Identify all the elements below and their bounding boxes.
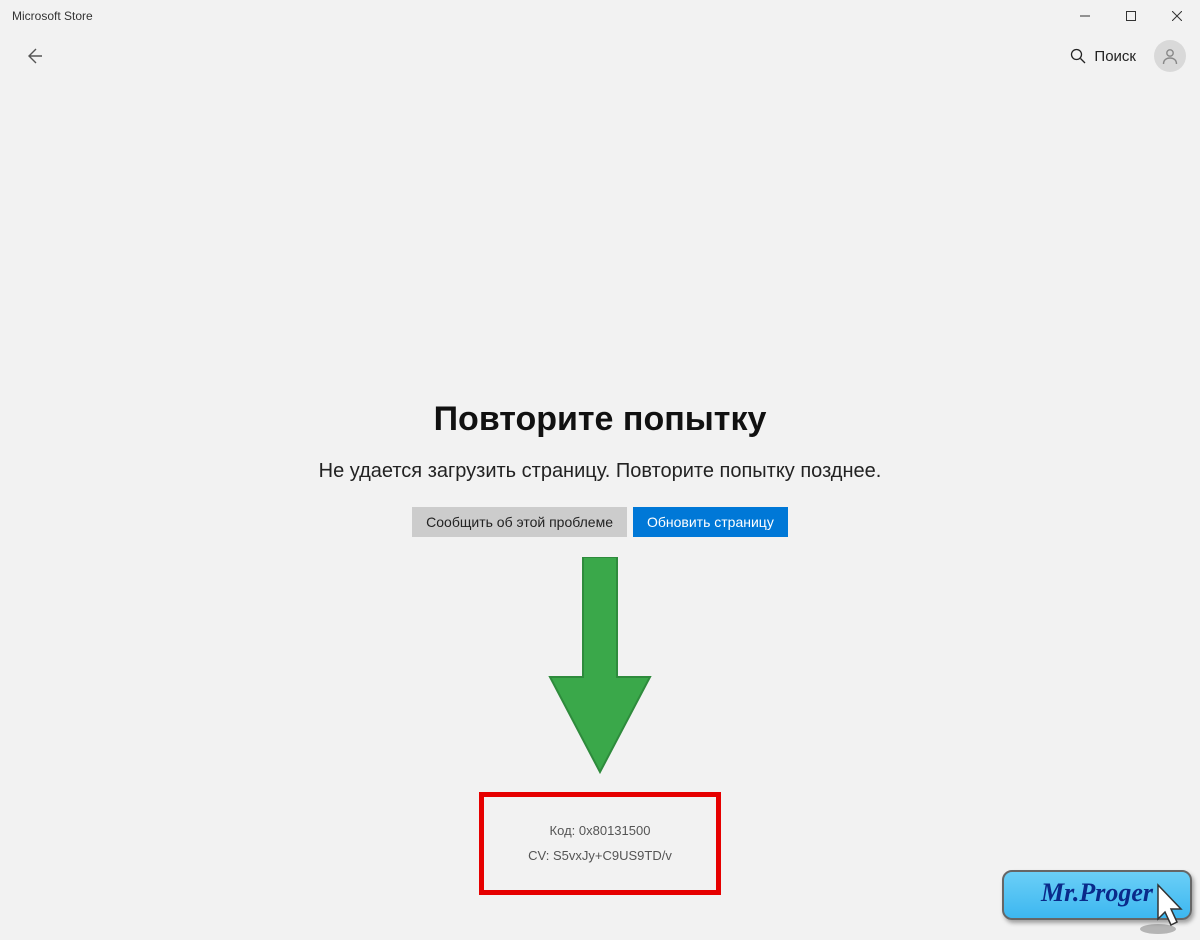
back-arrow-icon [24,46,44,66]
search-label: Поиск [1094,48,1136,65]
window-titlebar: Microsoft Store [0,0,1200,32]
window-title: Microsoft Store [12,9,93,23]
toolbar-right: Поиск [1070,40,1186,72]
search-icon [1070,48,1086,64]
minimize-icon [1080,11,1090,21]
maximize-button[interactable] [1108,0,1154,32]
cursor-icon [1138,879,1194,940]
error-code-box: Код: 0x80131500 CV: S5vxJy+C9US9TD/v [479,792,721,895]
main-content: Повторите попытку Не удается загрузить с… [0,80,1200,932]
search-button[interactable]: Поиск [1070,48,1136,65]
window-controls [1062,0,1200,32]
error-message: Не удается загрузить страницу. Повторите… [319,457,882,485]
close-button[interactable] [1154,0,1200,32]
watermark-text: Mr.Proger [1041,878,1153,907]
annotation-arrow [545,557,655,782]
user-avatar[interactable] [1154,40,1186,72]
report-problem-button[interactable]: Сообщить об этой проблеме [412,507,627,537]
error-cv: CV: S5vxJy+C9US9TD/v [528,844,672,869]
minimize-button[interactable] [1062,0,1108,32]
back-button[interactable] [14,36,54,76]
maximize-icon [1126,11,1136,21]
refresh-page-button[interactable]: Обновить страницу [633,507,788,537]
arrow-down-icon [545,557,655,777]
watermark: Mr.Proger [1002,870,1192,920]
watermark-button: Mr.Proger [1002,870,1192,920]
person-icon [1160,46,1180,66]
close-icon [1172,11,1182,21]
error-heading: Повторите попытку [434,400,767,439]
error-code: Код: 0x80131500 [528,819,672,844]
error-button-row: Сообщить об этой проблеме Обновить стран… [412,507,788,537]
app-toolbar: Поиск [0,32,1200,80]
